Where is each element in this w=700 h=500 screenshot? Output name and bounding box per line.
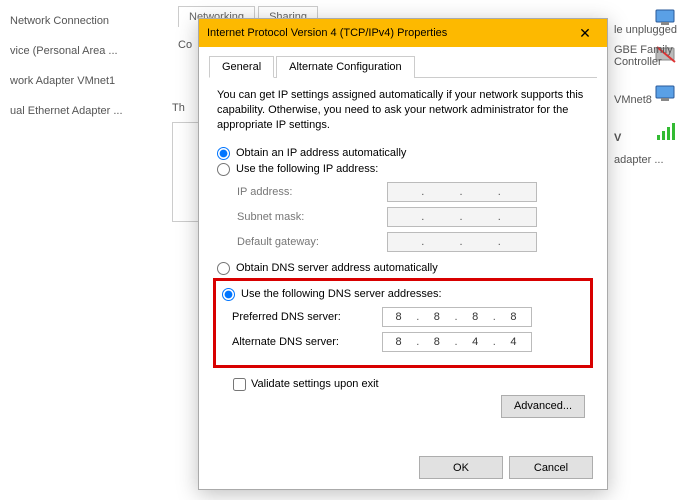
octet[interactable]: 8 [421, 311, 454, 323]
bg-text: V [614, 132, 700, 144]
alternate-dns-input[interactable]: 8. 8. 4. 4 [382, 332, 532, 352]
subnet-mask-input: ... [387, 207, 537, 227]
subnet-mask-label: Subnet mask: [237, 211, 387, 223]
advanced-button[interactable]: Advanced... [501, 395, 585, 418]
default-gateway-input: ... [387, 232, 537, 252]
bg-text: adapter ... [614, 154, 700, 166]
validate-checkbox[interactable] [233, 378, 246, 391]
radio-ip-manual-label: Use the following IP address: [236, 163, 378, 175]
dialog-footer: OK Cancel [419, 456, 593, 479]
intro-text: You can get IP settings assigned automat… [217, 88, 589, 133]
radio-dns-auto-label: Obtain DNS server address automatically [236, 262, 438, 274]
radio-dns-manual[interactable] [222, 288, 235, 301]
cancel-button[interactable]: Cancel [509, 456, 593, 479]
default-gateway-label: Default gateway: [237, 236, 387, 248]
octet[interactable]: 8 [498, 311, 531, 323]
octet[interactable]: 4 [460, 336, 493, 348]
ok-button[interactable]: OK [419, 456, 503, 479]
bg-header: Network Connection [8, 6, 168, 36]
radio-ip-manual[interactable] [217, 163, 230, 176]
dns-group: Obtain DNS server address automatically … [217, 262, 589, 368]
ip-address-input: ... [387, 182, 537, 202]
octet[interactable]: 8 [383, 336, 416, 348]
octet[interactable]: 8 [383, 311, 416, 323]
octet[interactable]: 8 [421, 336, 454, 348]
close-button[interactable]: ✕ [571, 25, 599, 42]
dialog-body: You can get IP settings assigned automat… [199, 78, 607, 426]
bg-item: ual Ethernet Adapter ... [8, 96, 168, 126]
bg-text: VMnet8 [614, 94, 700, 106]
tab-general[interactable]: General [209, 56, 274, 78]
octet[interactable]: 4 [498, 336, 531, 348]
titlebar: Internet Protocol Version 4 (TCP/IPv4) P… [199, 19, 607, 47]
bg-text: le unplugged [614, 24, 700, 36]
tab-alternate-configuration[interactable]: Alternate Configuration [276, 56, 415, 78]
ip-address-label: IP address: [237, 186, 387, 198]
radio-ip-auto[interactable] [217, 147, 230, 160]
octet[interactable]: 8 [460, 311, 493, 323]
preferred-dns-label: Preferred DNS server: [232, 311, 382, 323]
tabstrip: General Alternate Configuration [209, 55, 597, 78]
preferred-dns-input[interactable]: 8. 8. 8. 8 [382, 307, 532, 327]
radio-ip-auto-label: Obtain an IP address automatically [236, 147, 406, 159]
bg-right-labels: le unplugged GBE Family Controller VMnet… [614, 24, 700, 192]
dns-highlight-box: Use the following DNS server addresses: … [213, 278, 593, 368]
bg-text: GBE Family Controller [614, 44, 700, 68]
validate-label: Validate settings upon exit [251, 378, 379, 390]
bg-item: work Adapter VMnet1 [8, 66, 168, 96]
alternate-dns-label: Alternate DNS server: [232, 336, 382, 348]
radio-dns-auto[interactable] [217, 262, 230, 275]
bg-item: vice (Personal Area ... [8, 36, 168, 66]
ipv4-properties-dialog: Internet Protocol Version 4 (TCP/IPv4) P… [198, 18, 608, 490]
radio-dns-manual-label: Use the following DNS server addresses: [241, 288, 442, 300]
ip-group: Obtain an IP address automatically Use t… [217, 147, 589, 252]
dialog-title: Internet Protocol Version 4 (TCP/IPv4) P… [207, 27, 571, 39]
